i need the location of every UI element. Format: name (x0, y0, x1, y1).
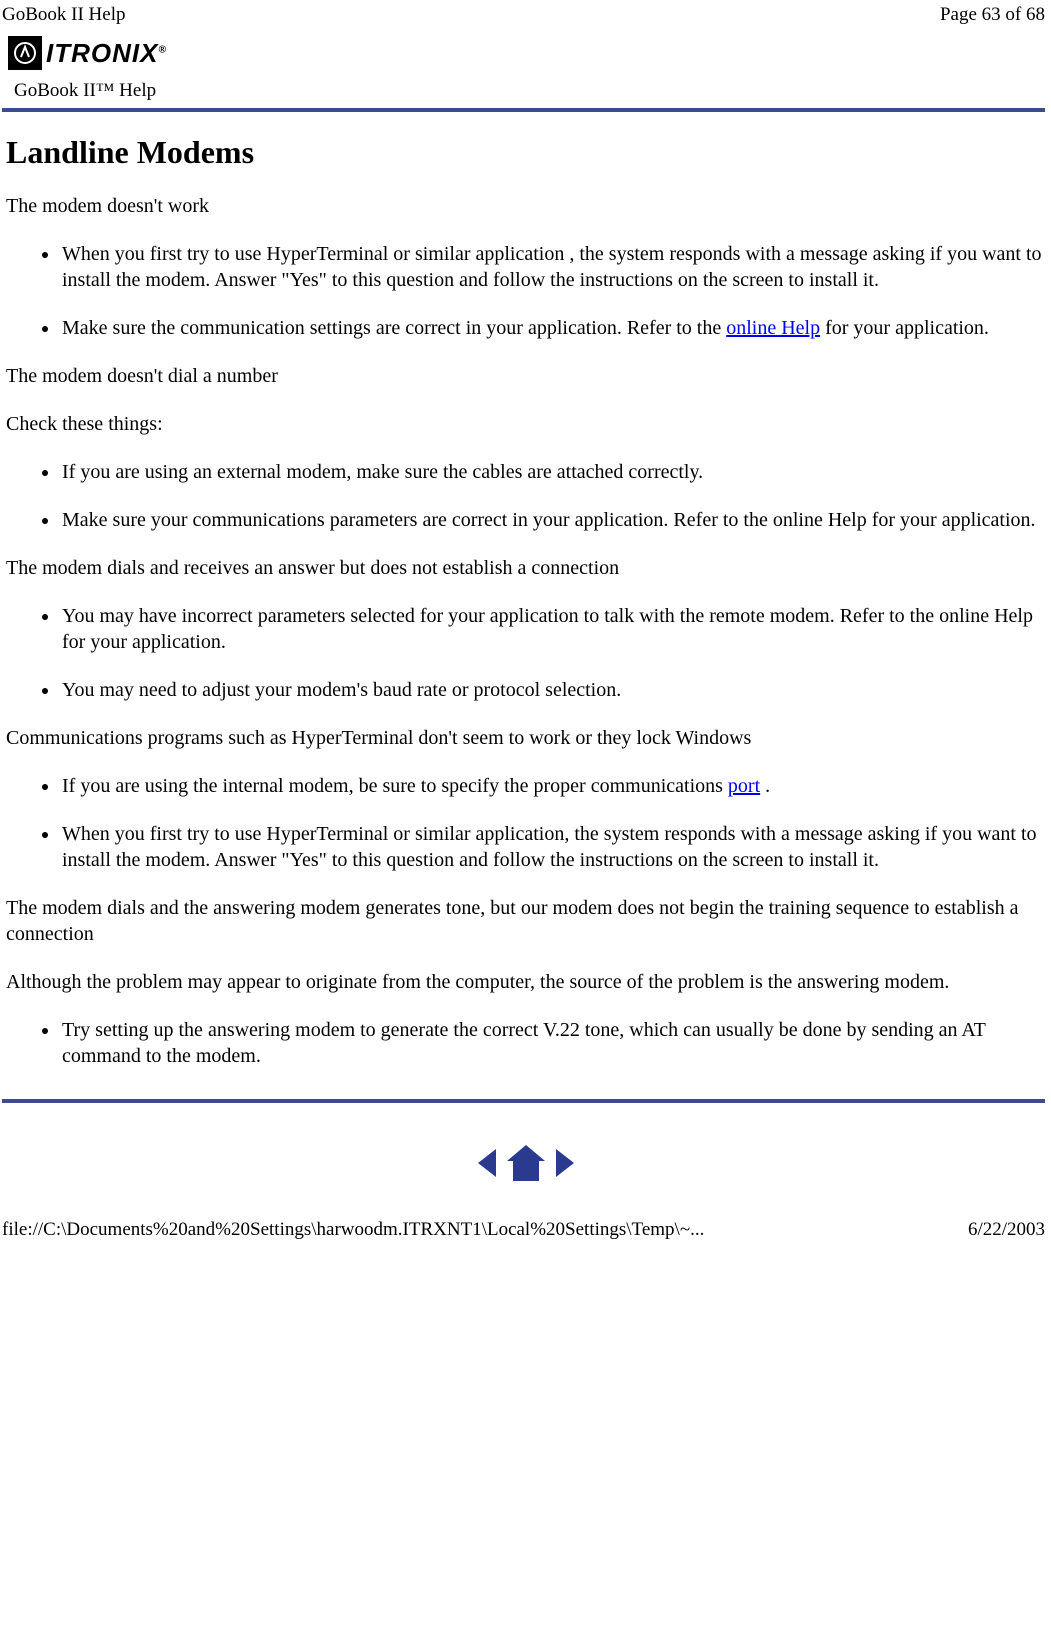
online-help-link[interactable]: online Help (726, 317, 820, 339)
list: If you are using an external modem, make… (60, 459, 1045, 533)
list-item: If you are using the internal modem, be … (60, 773, 1045, 799)
list-item: Try setting up the answering modem to ge… (60, 1017, 1045, 1069)
logo-icon (8, 36, 42, 70)
section-title: The modem doesn't dial a number (6, 363, 1045, 389)
list: When you first try to use HyperTerminal … (60, 241, 1045, 341)
section-title: The modem dials and the answering modem … (6, 895, 1045, 947)
list: You may have incorrect parameters select… (60, 603, 1045, 703)
nav-arrows (0, 1103, 1051, 1203)
section-subtitle: Although the problem may appear to origi… (6, 969, 1045, 995)
list: If you are using the internal modem, be … (60, 773, 1045, 873)
list: Try setting up the answering modem to ge… (60, 1017, 1045, 1069)
port-link[interactable]: port (728, 775, 760, 797)
list-item: If you are using an external modem, make… (60, 459, 1045, 485)
page-indicator: Page 63 of 68 (940, 4, 1045, 26)
list-item: You may have incorrect parameters select… (60, 603, 1045, 655)
nav-prev-button[interactable] (472, 1151, 505, 1173)
nav-home-button[interactable] (505, 1151, 552, 1173)
section-title: Communications programs such as HyperTer… (6, 725, 1045, 751)
section-subtitle: Check these things: (6, 411, 1045, 437)
document-subtitle: GoBook II™ Help (14, 80, 156, 101)
section-title: The modem dials and receives an answer b… (6, 555, 1045, 581)
logo-text: ITRONIX® (46, 38, 167, 69)
list-item: When you first try to use HyperTerminal … (60, 241, 1045, 293)
page-heading: Landline Modems (6, 134, 1045, 171)
content-area: Landline Modems The modem doesn't work W… (0, 112, 1051, 1099)
section-title: The modem doesn't work (6, 193, 1045, 219)
footer-path: file://C:\Documents%20and%20Settings\har… (2, 1219, 704, 1241)
window-title: GoBook II Help (2, 4, 125, 26)
nav-next-button[interactable] (552, 1151, 580, 1173)
list-item: You may need to adjust your modem's baud… (60, 677, 1045, 703)
list-item: Make sure the communication settings are… (60, 315, 1045, 341)
brand-logo: ITRONIX® (0, 32, 1051, 72)
list-item: When you first try to use HyperTerminal … (60, 821, 1045, 873)
list-item: Make sure your communications parameters… (60, 507, 1045, 533)
footer-date: 6/22/2003 (968, 1219, 1045, 1241)
